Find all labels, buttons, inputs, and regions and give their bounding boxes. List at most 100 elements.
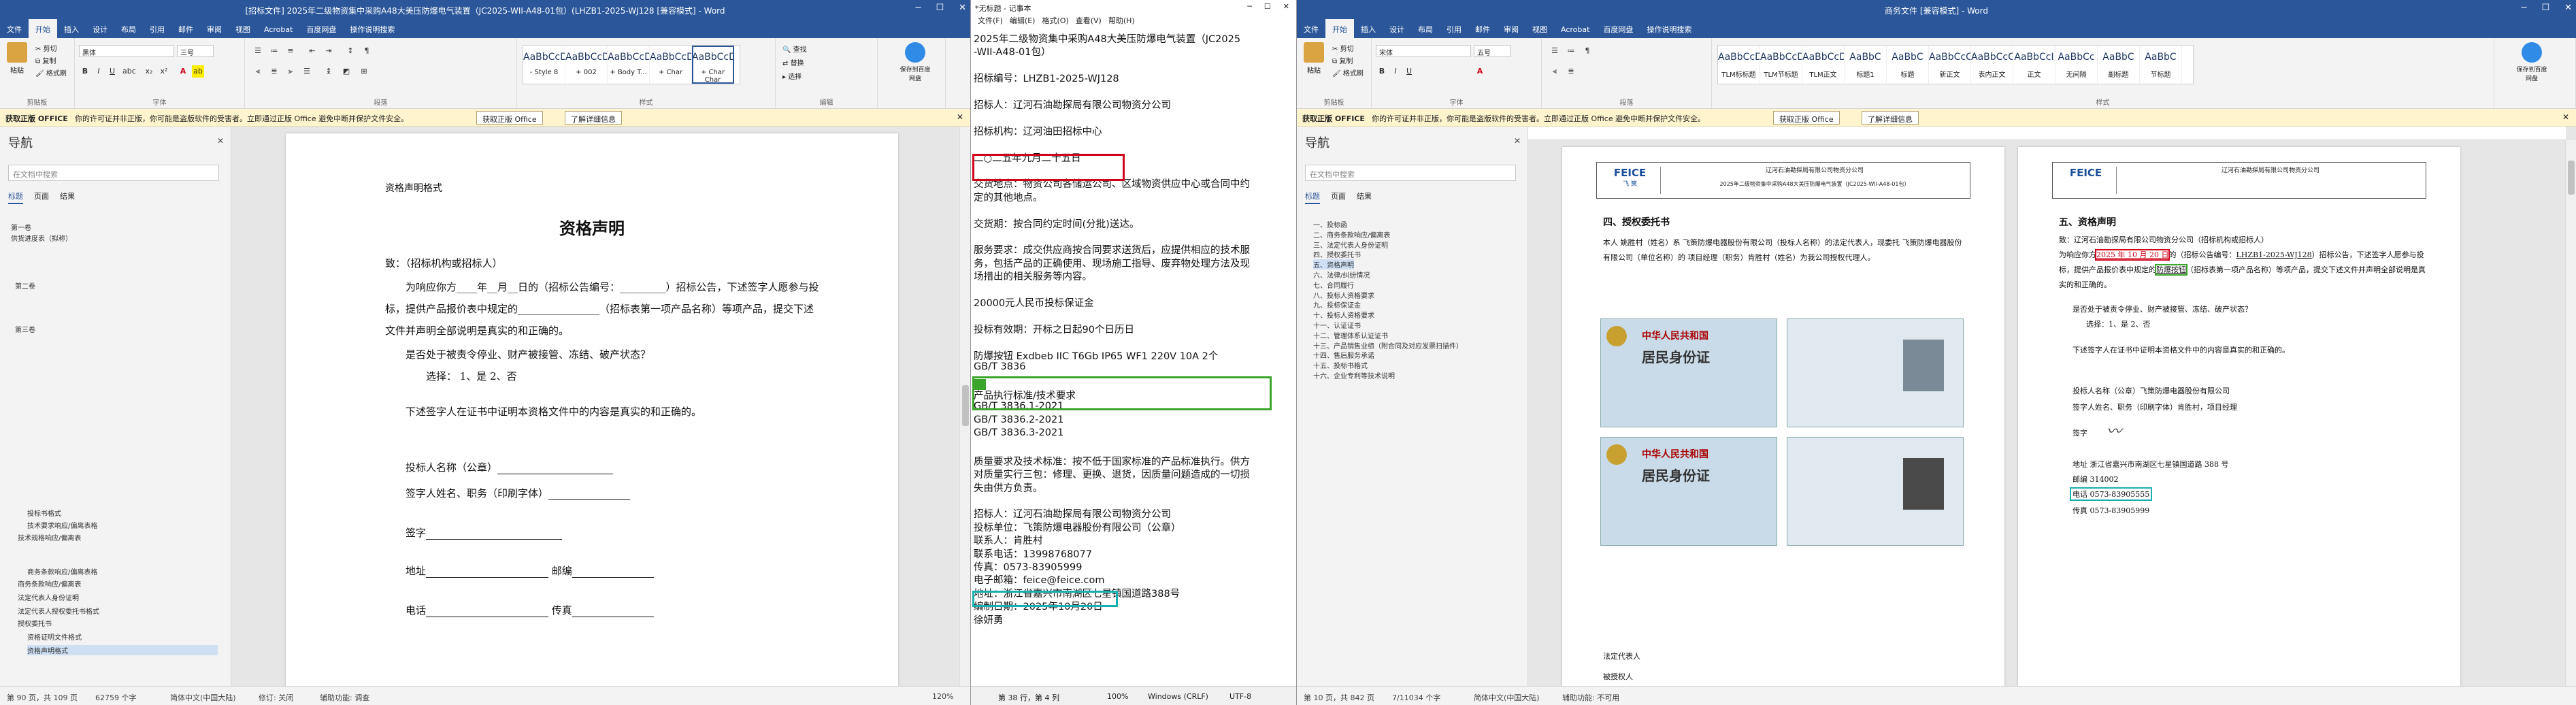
ribbon-tab[interactable]: 文件 [0, 19, 29, 39]
nav-item[interactable]: 第三卷 [15, 324, 35, 334]
nav-close-icon[interactable]: ✕ [217, 136, 224, 146]
notepad-menu-item[interactable]: 编辑(E) [1010, 16, 1036, 25]
right-font-color-button[interactable]: A [1474, 65, 1486, 78]
strikethrough-button[interactable]: abc [122, 65, 136, 78]
right-align-center-button[interactable]: ≣ [1565, 65, 1577, 78]
nav-item[interactable]: 商务条款响应/偏离表 [18, 578, 81, 589]
style-item[interactable]: AaBbCcI 正文 [2013, 46, 2055, 84]
align-left-button[interactable]: ⫷ [252, 65, 264, 78]
nav-item[interactable]: 十六、企业专利等技术说明 [1313, 370, 1395, 380]
nav-item[interactable]: 六、法律/纠纷情况 [1313, 269, 1370, 280]
nav-item[interactable]: 三、法定代表人身份证明 [1313, 240, 1388, 250]
nav-item[interactable]: 第二卷 [15, 280, 35, 291]
right-cut-button[interactable]: ✂ 剪切 [1332, 44, 1364, 56]
right-align-left-button[interactable]: ⫷ [1549, 65, 1561, 78]
ribbon-tab[interactable]: 视图 [1525, 19, 1554, 39]
right-infobar-close-icon[interactable]: ✕ [2562, 112, 2569, 122]
notepad-menu-item[interactable]: 文件(F) [978, 16, 1003, 25]
nav-item[interactable]: 一、投标函 [1313, 219, 1347, 229]
get-office-button[interactable]: 获取正版 Office [476, 111, 543, 125]
nav-item[interactable]: 十四、售后服务承诺 [1313, 350, 1374, 360]
format-painter-button[interactable]: 🖌 格式刷 [35, 68, 67, 80]
highlight-button[interactable]: ab [192, 65, 204, 78]
ribbon-tab[interactable]: 操作说明搜索 [343, 19, 401, 39]
style-item[interactable]: AaBbCcDd + 002 [565, 46, 608, 84]
cut-button[interactable]: ✂ 剪切 [35, 44, 67, 56]
nav-item[interactable]: 二、商务条款响应/偏离表 [1313, 229, 1390, 240]
nav-item[interactable]: 资格证明文件格式 [27, 632, 82, 642]
ribbon-tab[interactable]: Acrobat [1554, 20, 1596, 39]
bullets-button[interactable]: ☰ [252, 45, 264, 57]
save-baidu-button[interactable]: 保存到百度网盘 [898, 42, 932, 82]
right-vertical-scrollbar[interactable] [2565, 140, 2576, 686]
style-item[interactable]: AaBbCcDd TLM标标题 [1718, 46, 1760, 84]
paste-button[interactable]: 粘贴 [4, 42, 30, 75]
nav-item[interactable]: 十、投标人资格要求 [1313, 310, 1374, 320]
line-spacing-button[interactable]: ↨ [323, 65, 335, 78]
style-item[interactable]: AaBbCcDd TLM正文 [1802, 46, 1845, 84]
nav-item[interactable]: 第一卷 [11, 222, 31, 232]
notepad-menu-item[interactable]: 格式(O) [1042, 16, 1068, 25]
nav-item[interactable]: 技术要求响应/偏离表格 [27, 520, 97, 530]
numbering-button[interactable]: ≔ [268, 45, 280, 57]
ribbon-tab[interactable]: 文件 [1297, 19, 1325, 39]
style-item[interactable]: AaBbC 标题 [1887, 46, 1929, 84]
right-font-name-select[interactable]: 宋体 [1376, 45, 1471, 57]
notepad-close-icon[interactable]: ✕ [1283, 2, 1289, 11]
right-save-baidu-button[interactable]: 保存到百度网盘 [2515, 42, 2549, 82]
underline-button[interactable]: U [106, 65, 118, 78]
close-icon[interactable]: ✕ [959, 3, 966, 13]
show-marks-button[interactable]: ¶ [361, 45, 373, 57]
styles-gallery[interactable]: AaBbCcDd- Style 8AaBbCcDd+ 002AaBbCcDd+ … [523, 45, 740, 84]
select-button[interactable]: ▸ 选择 [782, 71, 807, 84]
status-track-changes[interactable]: 修订: 关闭 [259, 692, 293, 703]
subscript-button[interactable]: x₂ [143, 65, 155, 78]
nav-item[interactable]: 八、投标人资格要求 [1313, 290, 1374, 300]
style-item[interactable]: AaBbCcDd + Body T... [608, 46, 650, 84]
copy-button[interactable]: ⧉ 复制 [35, 56, 67, 68]
ribbon-tab[interactable]: 邮件 [1468, 19, 1497, 39]
nav-item[interactable]: 十三、产品销售业绩（附合同及对应发票扫描件） [1313, 340, 1463, 350]
right-paste-button[interactable]: 粘贴 [1301, 42, 1327, 75]
right-italic-button[interactable]: I [1389, 65, 1402, 78]
status-accessibility[interactable]: 辅助功能: 调查 [320, 692, 369, 703]
style-item[interactable]: AaBbCcDd + Char Char [692, 46, 734, 84]
nav-item[interactable]: 商务条款响应/偏离表格 [27, 566, 97, 576]
minimize-icon[interactable]: ─ [916, 3, 921, 13]
nav-item[interactable]: 投标书格式 [27, 508, 61, 518]
ribbon-tab[interactable]: 开始 [1325, 19, 1354, 39]
nav-item[interactable]: 九、投标保证金 [1313, 299, 1361, 310]
nav-tab[interactable]: 标题 [8, 192, 23, 204]
nav-item[interactable]: 十一、认证证书 [1313, 320, 1361, 330]
replace-button[interactable]: ⇄ 替换 [782, 57, 807, 71]
style-item[interactable]: AaBbCc 无间隔 [2055, 46, 2098, 84]
learn-more-button[interactable]: 了解详细信息 [565, 111, 622, 125]
right-numbering-button[interactable]: ≔ [1565, 45, 1577, 57]
style-item[interactable]: AaBbCcDd TLM节标题 [1760, 46, 1802, 84]
right-status-language[interactable]: 简体中文(中国大陆) [1474, 692, 1540, 703]
find-button[interactable]: 🔍 查找 [782, 44, 807, 57]
ribbon-tab[interactable]: 插入 [57, 19, 86, 39]
status-language[interactable]: 简体中文(中国大陆) [170, 692, 236, 703]
ribbon-tab[interactable]: 百度网盘 [1596, 19, 1640, 39]
right-bold-button[interactable]: B [1376, 65, 1388, 78]
nav-search-input[interactable]: 在文档中搜索 [8, 165, 219, 181]
right-copy-button[interactable]: ⧉ 复制 [1332, 56, 1364, 68]
right-learn-more-button[interactable]: 了解详细信息 [1862, 111, 1919, 125]
style-item[interactable]: AaBbCcDd + Char [650, 46, 692, 84]
left-vertical-scrollbar[interactable] [959, 127, 970, 686]
align-right-button[interactable]: ⫸ [284, 65, 297, 78]
right-format-painter-button[interactable]: 🖌 格式刷 [1332, 68, 1364, 80]
nav-item[interactable]: 五、资格声明 [1313, 259, 1354, 270]
style-item[interactable]: AaBbCcC 表内正文 [1971, 46, 2013, 84]
notepad-maximize-icon[interactable]: ☐ [1264, 2, 1271, 11]
notepad-menu-item[interactable]: 帮助(H) [1108, 16, 1135, 25]
increase-indent-button[interactable]: ⇥ [323, 45, 335, 57]
nav-item[interactable]: 法定代表人授权委托书格式 [18, 606, 99, 616]
nav-tab[interactable]: 标题 [1305, 192, 1320, 204]
align-center-button[interactable]: ≣ [268, 65, 280, 78]
notepad-menu-item[interactable]: 查看(V) [1076, 16, 1102, 25]
font-name-select[interactable]: 黑体 [79, 45, 174, 57]
nav-item[interactable]: 十二、管理体系认证证书 [1313, 330, 1388, 340]
nav-item[interactable]: 七、合同履行 [1313, 280, 1354, 290]
